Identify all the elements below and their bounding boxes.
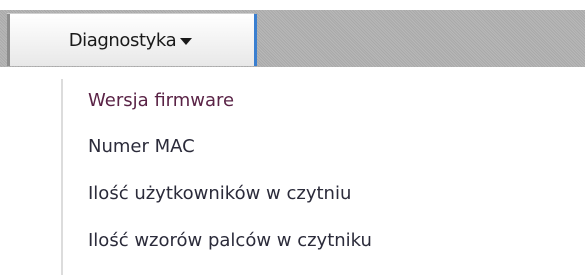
caret-down-icon <box>180 37 193 45</box>
menu-item-firmware-version[interactable]: Wersja firmware <box>88 90 234 111</box>
diagnostyka-dropdown: Wersja firmware Numer MAC Ilość użytkown… <box>61 79 585 275</box>
menu-button-active-border <box>254 14 257 66</box>
menu-item-mac-number[interactable]: Numer MAC <box>88 136 195 157</box>
menu-button-left-border <box>7 14 10 66</box>
menu-item-user-count[interactable]: Ilość użytkowników w czytniu <box>88 183 351 204</box>
menu-button-label: Diagnostyka <box>68 29 177 51</box>
menu-item-fingerprint-count[interactable]: Ilość wzorów palców w czytniku <box>88 230 372 251</box>
dropdown-separator <box>61 79 63 275</box>
diagnostyka-menu-button[interactable]: Diagnostyka <box>7 13 257 66</box>
